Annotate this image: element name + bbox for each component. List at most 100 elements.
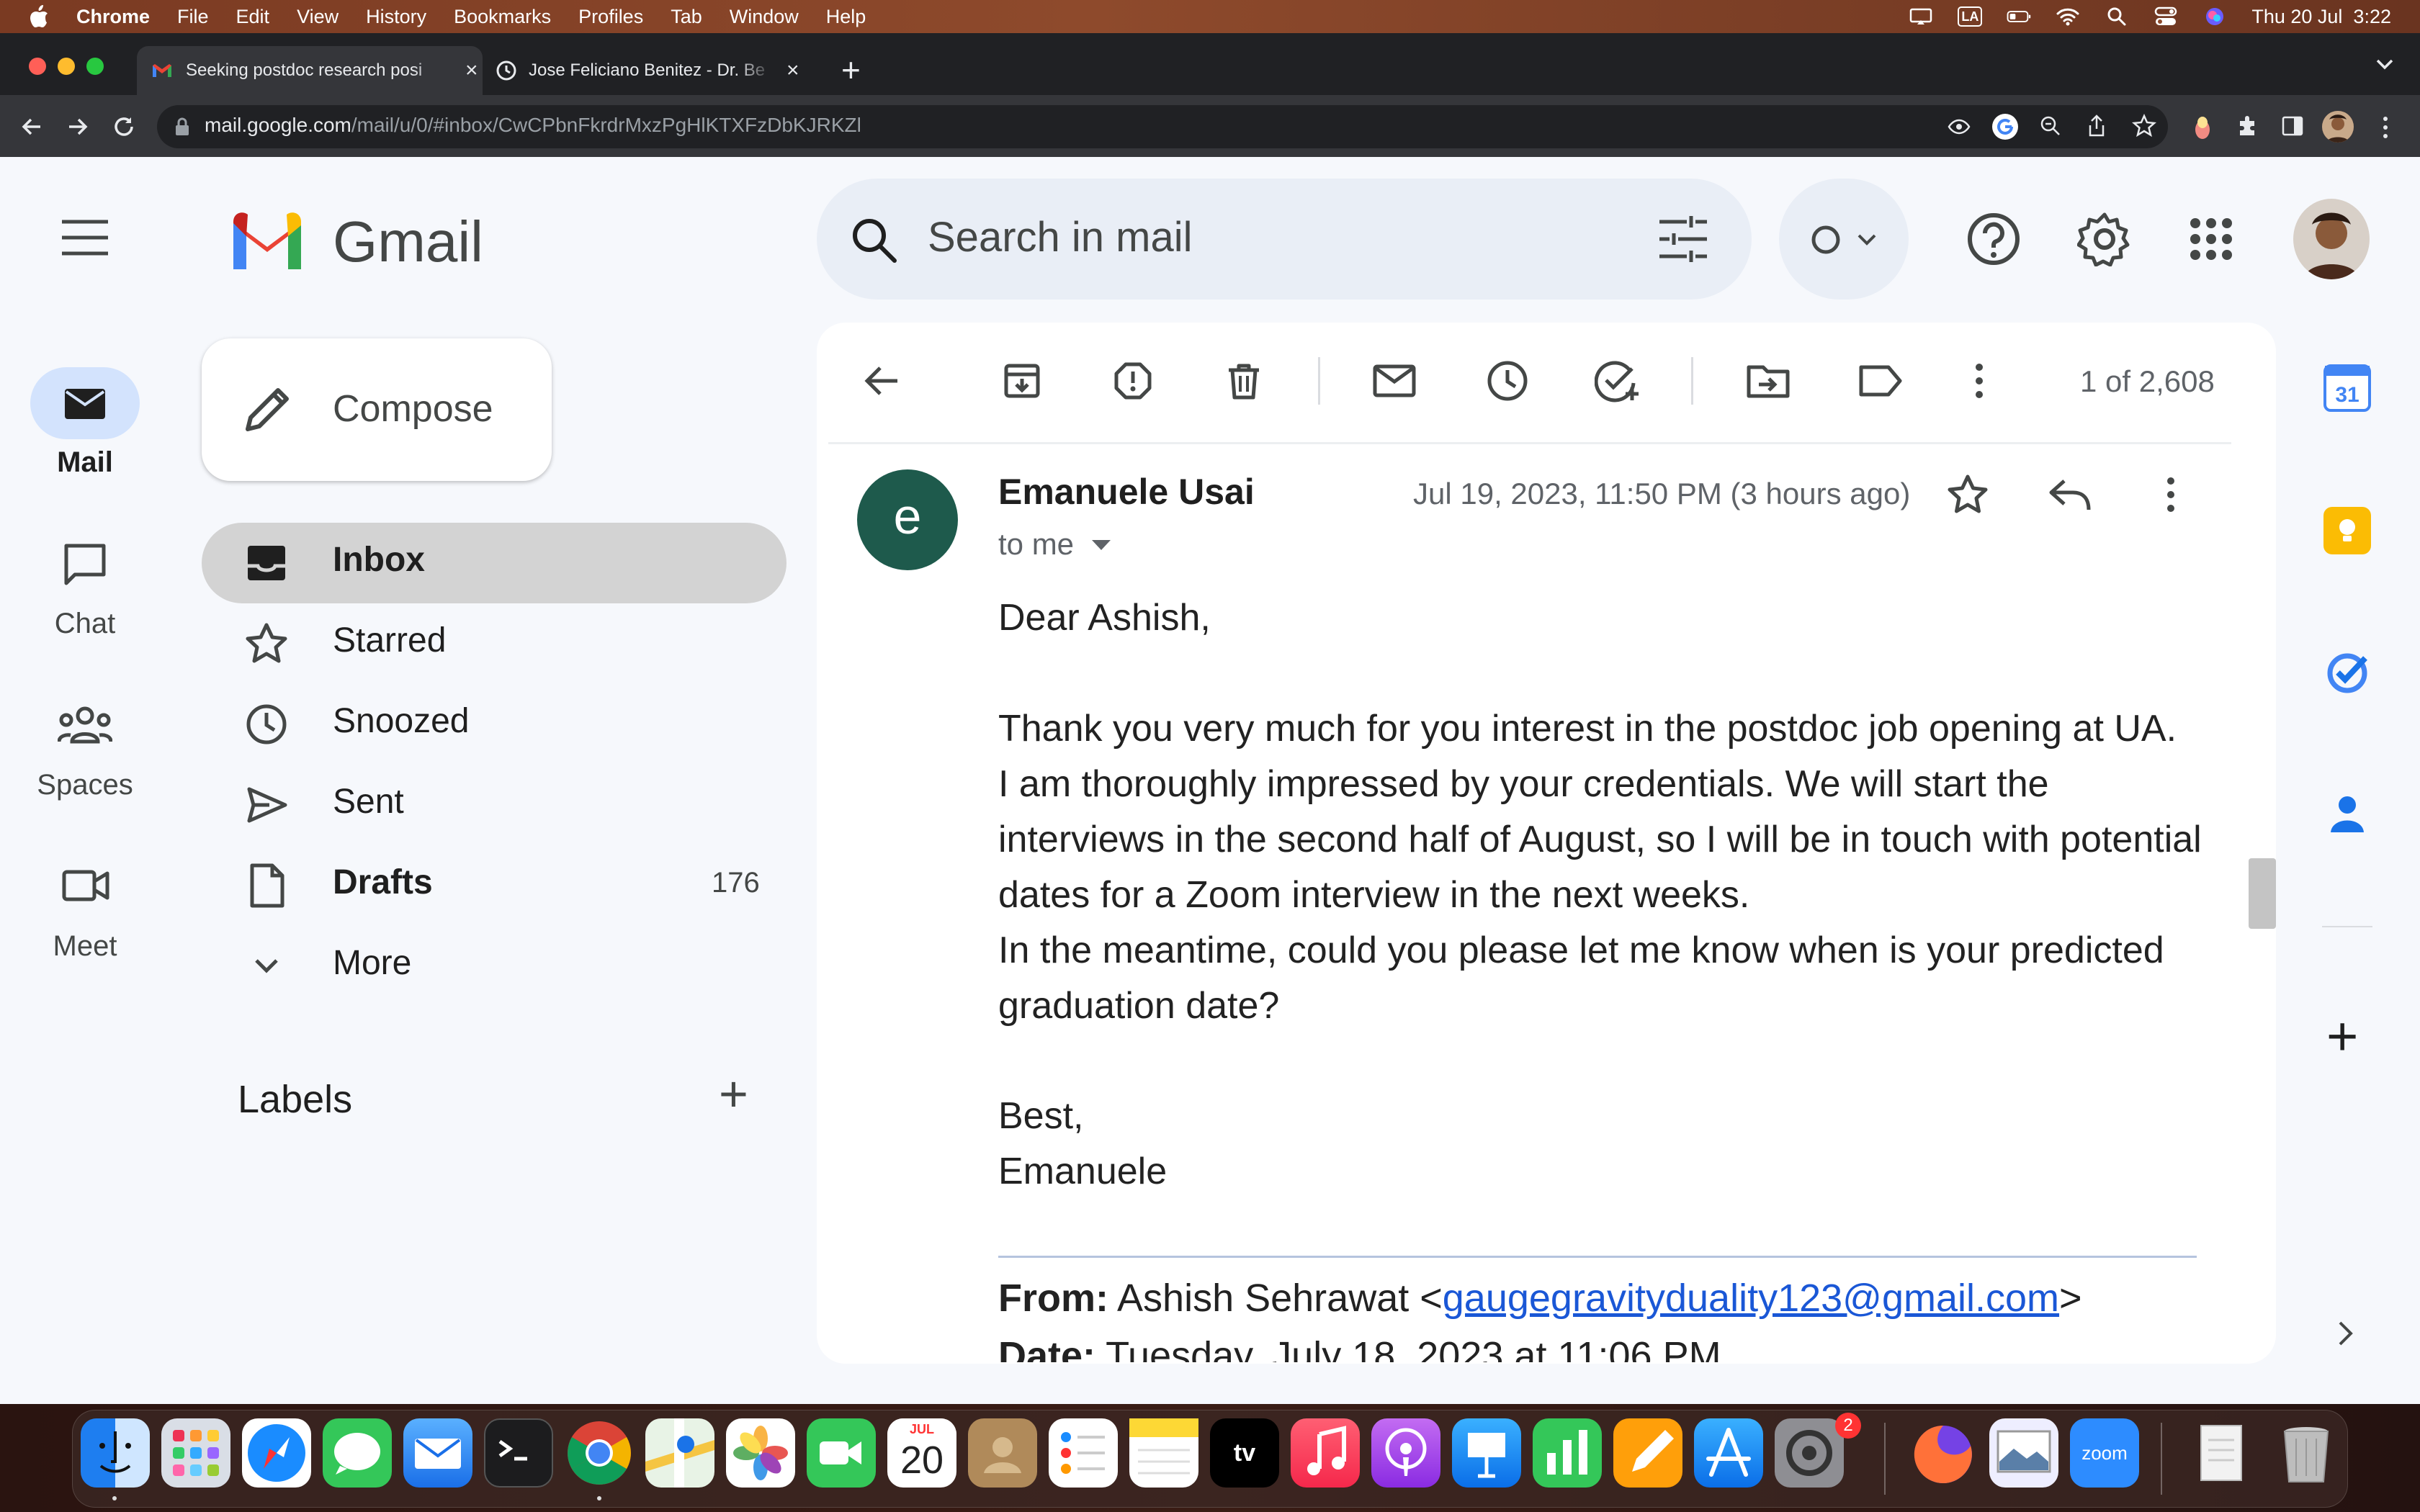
chrome-menu-icon[interactable] bbox=[2381, 115, 2390, 143]
recipient-summary[interactable]: to me bbox=[998, 527, 1074, 562]
system-settings-icon[interactable] bbox=[1775, 1418, 1844, 1488]
label-icon[interactable] bbox=[1858, 364, 1903, 401]
sender-avatar[interactable]: e bbox=[857, 469, 958, 570]
extension-icon[interactable] bbox=[2192, 112, 2213, 141]
pages-icon[interactable] bbox=[1613, 1418, 1682, 1488]
status-selector[interactable] bbox=[1779, 179, 1909, 300]
archive-icon[interactable] bbox=[1003, 361, 1041, 404]
back-arrow-icon[interactable] bbox=[19, 114, 45, 143]
menu-tab[interactable]: Tab bbox=[671, 6, 702, 28]
eye-tracking-icon[interactable] bbox=[1948, 117, 1971, 140]
menu-bookmarks[interactable]: Bookmarks bbox=[454, 6, 551, 28]
snooze-icon[interactable] bbox=[1487, 360, 1528, 405]
browser-tab-active[interactable]: Seeking postdoc research posi × bbox=[137, 46, 483, 95]
browser-tab-inactive[interactable]: Jose Feliciano Benitez - Dr. Be × bbox=[490, 46, 828, 95]
forward-arrow-icon[interactable] bbox=[65, 114, 91, 143]
preview-icon[interactable] bbox=[1989, 1418, 2058, 1488]
nav-label-sent[interactable]: Sent bbox=[333, 782, 404, 822]
menu-history[interactable]: History bbox=[366, 6, 426, 28]
search-icon[interactable] bbox=[850, 216, 899, 265]
reply-icon[interactable] bbox=[2048, 478, 2092, 516]
photos-icon[interactable] bbox=[726, 1418, 795, 1488]
google-tasks-icon[interactable] bbox=[2323, 648, 2371, 696]
keynote-icon[interactable] bbox=[1452, 1418, 1521, 1488]
search-bar[interactable]: Search in mail bbox=[817, 179, 1752, 300]
calendar-app-icon[interactable]: JUL 20 bbox=[887, 1418, 956, 1488]
bookmark-star-icon[interactable] bbox=[2131, 113, 2157, 142]
menu-window[interactable]: Window bbox=[730, 6, 799, 28]
zoom-app-icon[interactable]: zoom bbox=[2070, 1418, 2139, 1488]
tab-search-chevron-icon[interactable] bbox=[2375, 58, 2394, 74]
menu-view[interactable]: View bbox=[297, 6, 339, 28]
firefox-icon[interactable] bbox=[1909, 1418, 1978, 1488]
window-zoom-button[interactable] bbox=[86, 58, 104, 75]
menu-profiles[interactable]: Profiles bbox=[578, 6, 643, 28]
google-keep-icon[interactable] bbox=[2323, 507, 2371, 554]
finder-icon[interactable] bbox=[81, 1418, 150, 1488]
quoted-from-email-link[interactable]: gaugegravityduality123@gmail.com bbox=[1443, 1277, 2059, 1320]
menu-help[interactable]: Help bbox=[826, 6, 866, 28]
back-to-inbox-icon[interactable] bbox=[863, 361, 902, 404]
move-to-icon[interactable] bbox=[1746, 363, 1791, 402]
search-options-icon[interactable] bbox=[1658, 216, 1708, 262]
show-side-panel-chevron-icon[interactable] bbox=[2338, 1320, 2354, 1350]
safari-icon[interactable] bbox=[242, 1418, 311, 1488]
sender-name[interactable]: Emanuele Usai bbox=[998, 471, 1255, 513]
rail-meet-label[interactable]: Meet bbox=[0, 930, 170, 963]
tab-close-icon[interactable]: × bbox=[786, 58, 799, 83]
google-calendar-icon[interactable]: 31 bbox=[2323, 364, 2371, 412]
meet-icon[interactable] bbox=[62, 868, 111, 906]
mark-unread-icon[interactable] bbox=[1373, 364, 1416, 401]
gmail-wordmark[interactable]: Gmail bbox=[333, 209, 483, 275]
messages-icon[interactable] bbox=[323, 1418, 392, 1488]
nav-label-starred[interactable]: Starred bbox=[333, 621, 446, 660]
mail-app-icon[interactable] bbox=[403, 1418, 472, 1488]
extensions-puzzle-icon[interactable] bbox=[2236, 114, 2260, 142]
google-apps-icon[interactable] bbox=[2190, 217, 2233, 264]
profile-avatar[interactable] bbox=[2322, 111, 2354, 143]
nav-label-snoozed[interactable]: Snoozed bbox=[333, 701, 470, 741]
main-menu-icon[interactable] bbox=[60, 219, 109, 260]
screen-mirroring-icon[interactable] bbox=[1909, 7, 1933, 26]
chat-icon[interactable] bbox=[62, 541, 108, 591]
message-date[interactable]: Jul 19, 2023, 11:50 PM (3 hours ago) bbox=[1413, 477, 1910, 511]
gmail-logo-icon[interactable] bbox=[228, 209, 307, 273]
share-icon[interactable] bbox=[2086, 114, 2107, 142]
downloads-stack-icon[interactable] bbox=[2187, 1418, 2256, 1488]
rail-mail-button[interactable] bbox=[30, 367, 140, 439]
window-close-button[interactable] bbox=[29, 58, 46, 75]
side-panel-icon[interactable] bbox=[2282, 115, 2303, 140]
new-tab-button[interactable]: + bbox=[841, 50, 861, 89]
account-avatar[interactable] bbox=[2293, 199, 2370, 279]
message-scrollbar-thumb[interactable] bbox=[2249, 858, 2276, 929]
wifi-icon[interactable] bbox=[2056, 7, 2080, 26]
settings-gear-icon[interactable] bbox=[2076, 212, 2132, 270]
menu-file[interactable]: File bbox=[177, 6, 209, 28]
spaces-icon[interactable] bbox=[57, 706, 113, 750]
help-icon[interactable] bbox=[1966, 212, 2021, 270]
contacts-app-icon[interactable] bbox=[968, 1418, 1037, 1488]
rail-mail-label[interactable]: Mail bbox=[0, 446, 170, 479]
google-contacts-icon[interactable] bbox=[2323, 789, 2371, 837]
control-center-icon[interactable] bbox=[2154, 6, 2178, 26]
tab-close-icon[interactable]: × bbox=[465, 58, 478, 83]
menu-bar-clock[interactable]: Thu 20 Jul 3:22 bbox=[2251, 6, 2391, 28]
reminders-icon[interactable] bbox=[1049, 1418, 1118, 1488]
nav-label-drafts[interactable]: Drafts bbox=[333, 863, 433, 902]
nav-label-inbox[interactable]: Inbox bbox=[333, 540, 425, 580]
star-message-icon[interactable] bbox=[1946, 474, 1989, 519]
search-input[interactable]: Search in mail bbox=[928, 213, 1192, 261]
facetime-icon[interactable] bbox=[807, 1418, 876, 1488]
spotlight-search-icon[interactable] bbox=[2105, 7, 2129, 26]
menu-app-name[interactable]: Chrome bbox=[76, 6, 150, 28]
window-minimize-button[interactable] bbox=[58, 58, 75, 75]
reload-icon[interactable] bbox=[111, 114, 137, 143]
maps-icon[interactable] bbox=[645, 1418, 714, 1488]
rail-chat-label[interactable]: Chat bbox=[0, 608, 170, 640]
google-lens-icon[interactable] bbox=[1992, 114, 2018, 140]
more-options-icon[interactable] bbox=[1973, 361, 1985, 404]
compose-button[interactable]: Compose bbox=[202, 338, 552, 481]
get-addons-button[interactable]: + bbox=[2326, 1009, 2358, 1064]
chrome-icon[interactable] bbox=[565, 1418, 634, 1488]
message-more-options-icon[interactable] bbox=[2165, 475, 2177, 518]
